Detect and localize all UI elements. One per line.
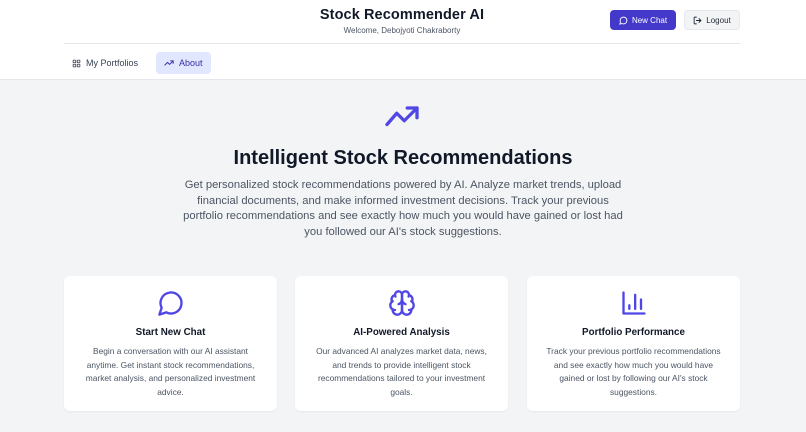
- logout-button[interactable]: Logout: [684, 10, 740, 30]
- top-bar: Stock Recommender AI Welcome, Debojyoti …: [0, 0, 806, 80]
- brain-icon: [388, 290, 415, 316]
- chat-bubble-icon: [619, 16, 628, 25]
- grid-icon: [72, 59, 81, 67]
- logout-label: Logout: [706, 15, 731, 25]
- feature-title: AI-Powered Analysis: [353, 327, 450, 338]
- hero-description: Get personalized stock recommendations p…: [183, 179, 623, 238]
- page-title: Intelligent Stock Recommendations: [233, 147, 573, 169]
- nav-item-about[interactable]: About: [156, 52, 211, 74]
- trending-up-icon: [384, 105, 420, 134]
- new-chat-label: New Chat: [631, 15, 668, 25]
- feature-card-portfolio-performance: Portfolio Performance Track your previou…: [527, 276, 740, 411]
- feature-card-start-new-chat: Start New Chat Begin a conversation with…: [64, 276, 277, 411]
- feature-description: Begin a conversation with our AI assista…: [85, 346, 256, 397]
- feature-card-ai-powered-analysis: AI-Powered Analysis Our advanced AI anal…: [295, 276, 508, 411]
- feature-title: Portfolio Performance: [582, 327, 685, 338]
- new-chat-button[interactable]: New Chat: [610, 10, 676, 30]
- trending-up-icon: [164, 60, 174, 66]
- header: Stock Recommender AI Welcome, Debojyoti …: [64, 0, 740, 44]
- bar-chart-icon: [621, 291, 646, 315]
- nav-item-my-portfolios[interactable]: My Portfolios: [64, 52, 146, 74]
- feature-description: Track your previous portfolio recommenda…: [546, 346, 721, 397]
- nav-item-label: My Portfolios: [86, 58, 139, 68]
- logout-icon: [693, 16, 702, 24]
- nav-item-label: About: [179, 58, 203, 68]
- feature-title: Start New Chat: [135, 327, 206, 338]
- nav-bar: My Portfolios About: [64, 52, 221, 74]
- feature-description: Our advanced AI analyzes market data, ne…: [316, 346, 487, 397]
- chat-bubble-icon: [157, 291, 183, 316]
